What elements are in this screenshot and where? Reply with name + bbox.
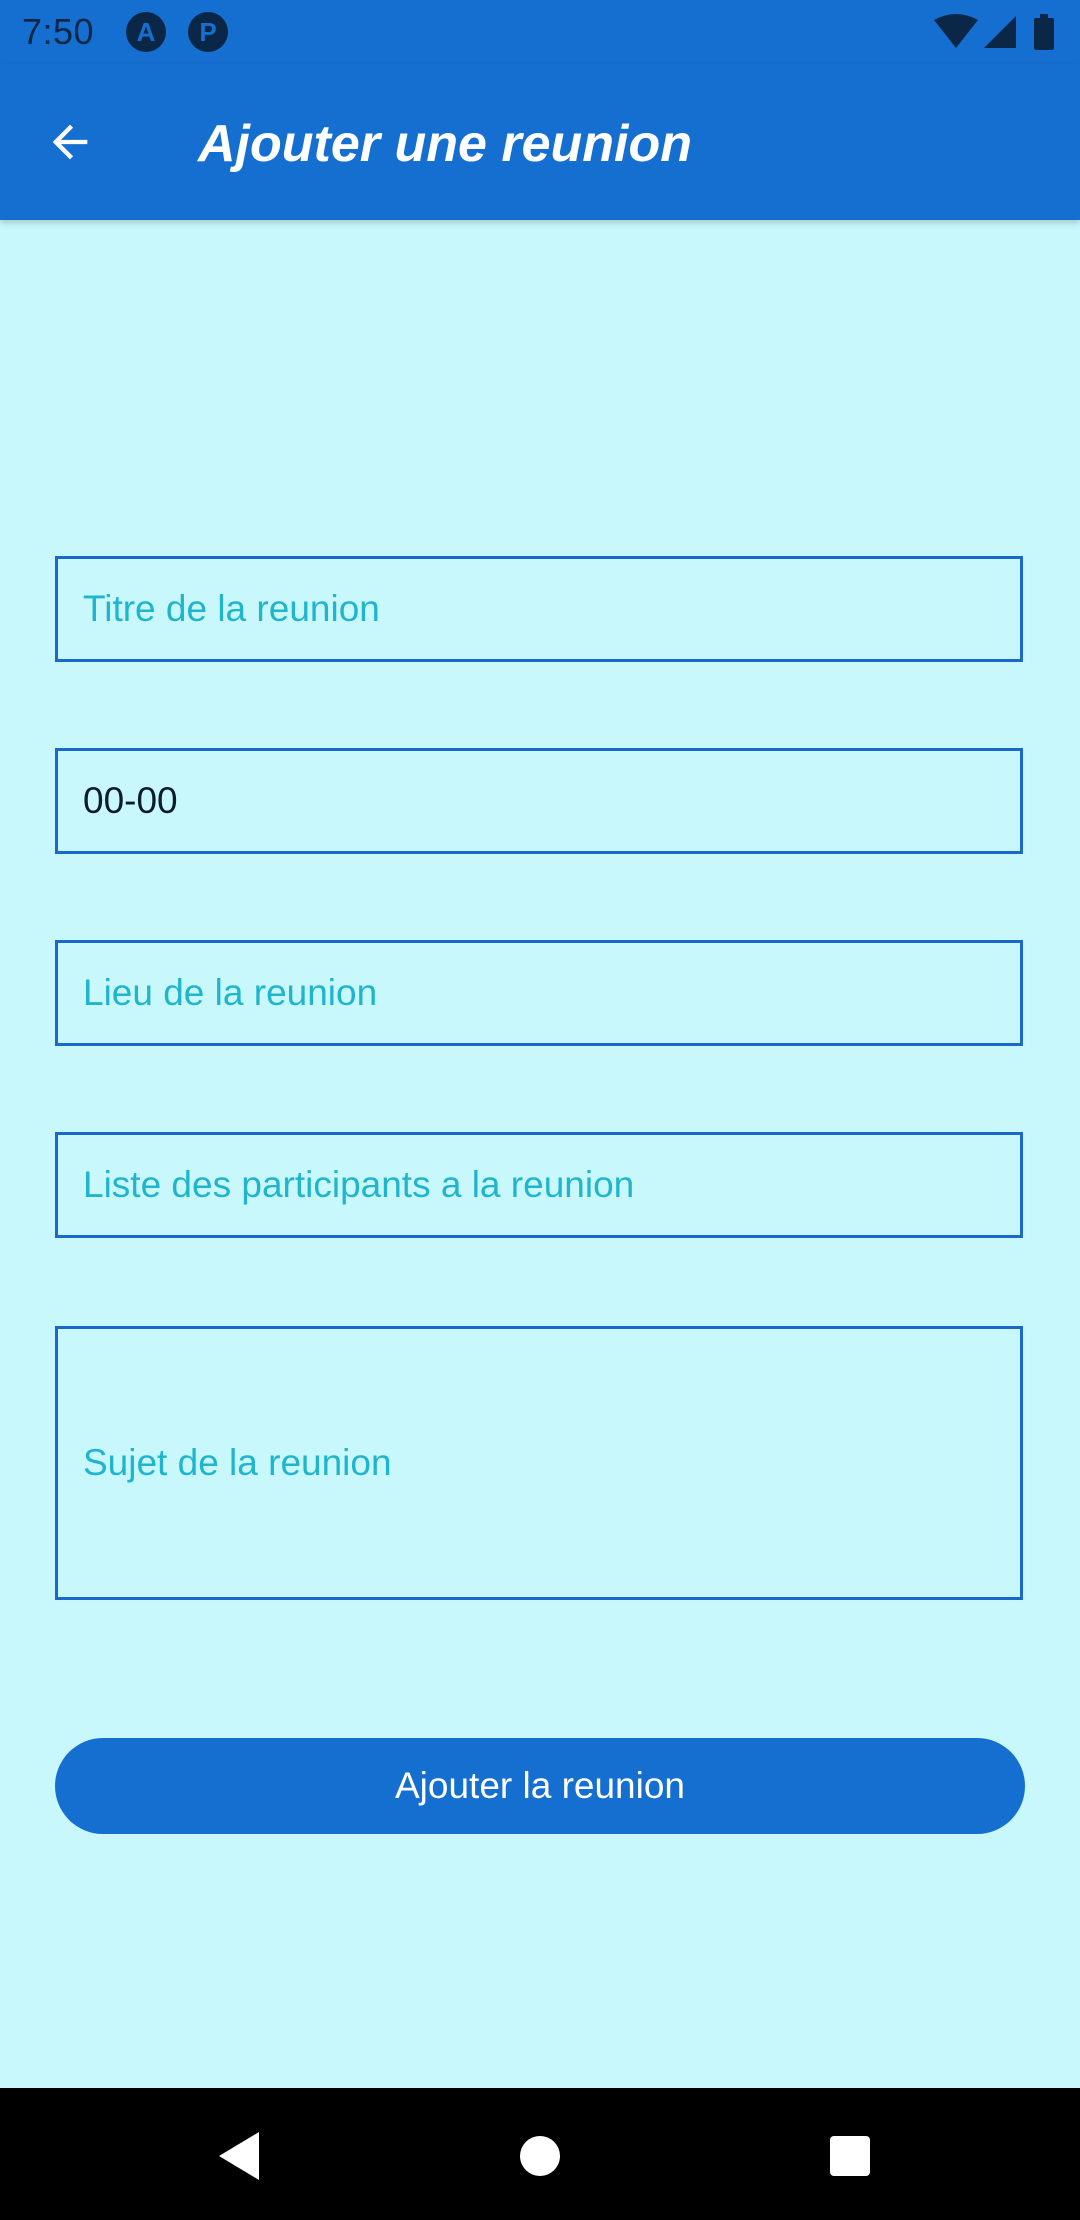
nav-recents-button[interactable] <box>810 2116 890 2196</box>
notification-app-icon: P <box>188 12 228 52</box>
meeting-participants-placeholder: Liste des participants a la reunion <box>83 1164 635 1205</box>
notification-app-icon: A <box>126 12 166 52</box>
status-bar: 7:50 A P <box>0 0 1080 64</box>
home-circle-icon <box>520 2136 560 2176</box>
meeting-title-input[interactable]: Titre de la reunion <box>55 556 1023 662</box>
meeting-title-placeholder: Titre de la reunion <box>83 588 380 629</box>
status-time: 7:50 <box>22 11 95 52</box>
recents-square-icon <box>830 2136 870 2176</box>
meeting-participants-input[interactable]: Liste des participants a la reunion <box>55 1132 1023 1238</box>
add-meeting-button[interactable]: Ajouter la reunion <box>55 1738 1025 1834</box>
back-button[interactable] <box>30 102 110 182</box>
battery-icon <box>1034 14 1054 50</box>
signal-icon <box>984 16 1016 48</box>
meeting-location-placeholder: Lieu de la reunion <box>83 972 378 1013</box>
meeting-location-input[interactable]: Lieu de la reunion <box>55 940 1023 1046</box>
app-bar: Ajouter une reunion <box>0 64 1080 220</box>
meeting-time-value: 00-00 <box>83 780 178 821</box>
arrow-left-icon <box>52 124 88 160</box>
nav-home-button[interactable] <box>500 2116 580 2196</box>
back-triangle-icon <box>219 2132 259 2180</box>
status-icons <box>932 14 1062 50</box>
meeting-subject-input[interactable]: Sujet de la reunion <box>55 1326 1023 1600</box>
page-title: Ajouter une reunion <box>198 115 692 173</box>
meeting-subject-placeholder: Sujet de la reunion <box>83 1442 392 1483</box>
wifi-icon <box>934 14 978 48</box>
meeting-time-input[interactable]: 00-00 <box>55 748 1023 854</box>
add-meeting-button-label: Ajouter la reunion <box>394 1765 686 1806</box>
system-nav-bar <box>0 2088 1080 2220</box>
nav-back-button[interactable] <box>200 2116 280 2196</box>
